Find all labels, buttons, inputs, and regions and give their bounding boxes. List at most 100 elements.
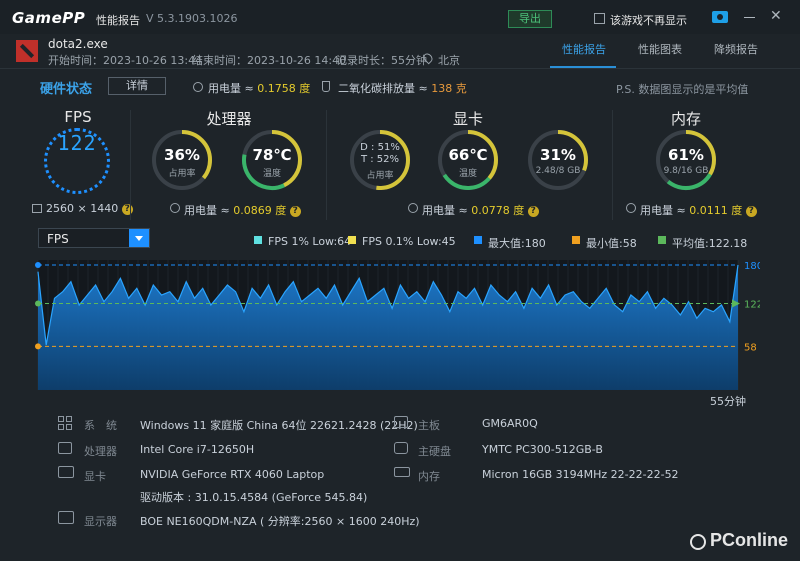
- gpu-d-usage: D : 51%: [360, 142, 400, 153]
- record-duration: 记录时长：55分钟: [336, 54, 427, 67]
- gpu-usage-gauge: D : 51% T : 52% 占用率: [348, 128, 412, 192]
- ram-label: 内存: [418, 470, 440, 483]
- board-label: 主板: [418, 419, 440, 432]
- average-note: P.S. 数据图显示的是平均值: [616, 83, 749, 96]
- ram-power: 用电量 ≈ 0.0111 度 ?: [640, 202, 757, 218]
- ram-value: Micron 16GB 3194MHz 22-22-22-52: [482, 468, 679, 481]
- cpu-power: 用电量 ≈ 0.0869 度 ?: [184, 202, 301, 218]
- legend-item: FPS 1% Low:64: [268, 235, 352, 248]
- max-line-label: 180: [744, 261, 760, 272]
- disk-label: 主硬盘: [418, 445, 451, 458]
- gpu-value: NVIDIA GeForce RTX 4060 Laptop: [140, 468, 325, 481]
- resolution: 2560 × 1440 ?: [46, 202, 133, 215]
- cpu-usage-label: 占用率: [168, 169, 196, 179]
- legend-item: 平均值:122.18: [672, 237, 748, 250]
- max-line-marker: [35, 262, 41, 268]
- cpu-title: 处理器: [206, 110, 252, 128]
- gpu-title: 显卡: [452, 110, 483, 128]
- legend-swatch: [572, 236, 580, 244]
- board-value: GM6AR0Q: [482, 417, 538, 430]
- legend-item: FPS 0.1% Low:45: [362, 235, 456, 248]
- display-value: BOE NE160QDM-NZA ( 分辨率:2560 × 1600 240Hz…: [140, 515, 420, 528]
- min-line-marker: [35, 343, 41, 350]
- windows-icon: [58, 416, 72, 430]
- end-time: 结束时间：2023-10-26 14:40: [192, 54, 347, 67]
- min-line-label: 58: [744, 342, 757, 353]
- avg-line-marker: [35, 300, 41, 307]
- gpu-mem-gauge: 31% 2.48/8 GB: [526, 128, 590, 192]
- header-divider: [0, 68, 800, 69]
- hardware-status-title: 硬件状态: [40, 82, 93, 97]
- cpu-temp-gauge: 78℃ 温度: [240, 128, 304, 192]
- fps-chart: 180 122.19 58: [35, 260, 760, 390]
- tab-performance-report[interactable]: 性能报告: [562, 41, 606, 57]
- os-value: Windows 11 家庭版 China 64位 22621.2428 (22H…: [140, 419, 418, 432]
- cpu-temp-label: 温度: [262, 169, 281, 179]
- detail-button[interactable]: 详情: [108, 77, 166, 95]
- panel-separator: [130, 110, 131, 220]
- gpu-usage-label: 占用率: [366, 171, 394, 181]
- location-label: 北京: [438, 54, 460, 67]
- chart-duration-label: 55分钟: [710, 395, 746, 408]
- minimize-icon[interactable]: [744, 17, 755, 18]
- legend-swatch: [254, 236, 262, 244]
- chevron-down-icon[interactable]: [129, 229, 149, 247]
- panel-separator: [326, 110, 327, 220]
- legend-item: 最小值:58: [586, 237, 637, 250]
- tab-throttle-report[interactable]: 降频报告: [714, 41, 758, 57]
- ram-power-icon: [626, 203, 636, 213]
- cpu-power-icon: [170, 203, 180, 213]
- tab-performance-chart[interactable]: 性能图表: [638, 41, 682, 57]
- no-show-label: 该游戏不再显示: [610, 14, 687, 27]
- cpu-usage-value: 36%: [164, 146, 200, 164]
- co2-icon: [322, 81, 330, 92]
- gpu-power: 用电量 ≈ 0.0778 度 ?: [422, 202, 539, 218]
- gpu-mem-label: 2.48/8 GB: [535, 166, 581, 176]
- legend-swatch: [348, 236, 356, 244]
- avg-line-label: 122.19: [744, 300, 760, 311]
- ram-icon: [394, 467, 410, 477]
- camera-icon[interactable]: [712, 11, 728, 23]
- gpu-mem-value: 31%: [540, 146, 576, 164]
- game-name: dota2.exe: [48, 37, 108, 51]
- gpu-t-usage: T : 52%: [360, 154, 400, 165]
- close-icon[interactable]: ✕: [770, 9, 782, 23]
- dota2-game-icon: [16, 40, 38, 62]
- version-label: V 5.3.1903.1026: [146, 12, 238, 25]
- driver-value: 驱动版本 : 31.0.15.4584 (GeForce 545.84): [140, 491, 368, 504]
- cpu-icon: [58, 442, 72, 454]
- pconline-logo-icon: [690, 534, 706, 550]
- disk-value: YMTC PC300-512GB-B: [482, 443, 603, 456]
- gpu-temp-gauge: 66℃ 温度: [436, 128, 500, 192]
- power-icon: [193, 82, 203, 92]
- gpu-label: 显卡: [84, 470, 106, 483]
- no-show-checkbox[interactable]: [594, 13, 605, 24]
- cpu-value: Intel Core i7-12650H: [140, 443, 255, 456]
- monitor-icon: [32, 204, 42, 213]
- gamepp-window: GamePP 性能报告 V 5.3.1903.1026 导出 该游戏不再显示 ✕…: [0, 0, 800, 561]
- legend-item: 最大值:180: [488, 237, 546, 250]
- title-bar: GamePP 性能报告 V 5.3.1903.1026 导出 该游戏不再显示 ✕: [0, 0, 800, 34]
- metric-select[interactable]: FPS: [38, 228, 150, 248]
- legend-swatch: [658, 236, 666, 244]
- motherboard-icon: [394, 416, 408, 428]
- window-title: 性能报告: [96, 14, 140, 27]
- co2-emission: 二氧化碳排放量 ≈ 138 克: [338, 82, 467, 95]
- gpu-temp-value: 66℃: [448, 146, 488, 164]
- export-button[interactable]: 导出: [508, 10, 552, 28]
- cpu-usage-gauge: 36% 占用率: [150, 128, 214, 192]
- total-power: 用电量 ≈ 0.1758 度: [208, 82, 311, 95]
- os-label: 系 统: [84, 419, 117, 432]
- disk-icon: [394, 442, 408, 454]
- panel-separator: [612, 110, 613, 220]
- fps-title: FPS: [64, 108, 92, 126]
- ram-usage-value: 61%: [668, 146, 704, 164]
- start-time: 开始时间：2023-10-26 13:44: [48, 54, 203, 67]
- cpu-label: 处理器: [84, 445, 117, 458]
- legend-swatch: [474, 236, 482, 244]
- cpu-temp-value: 78℃: [252, 146, 292, 164]
- display-label: 显示器: [84, 515, 117, 528]
- monitor-icon: [58, 511, 74, 524]
- ram-usage-gauge: 61% 9.8/16 GB: [654, 128, 718, 192]
- metric-select-value: FPS: [47, 232, 69, 246]
